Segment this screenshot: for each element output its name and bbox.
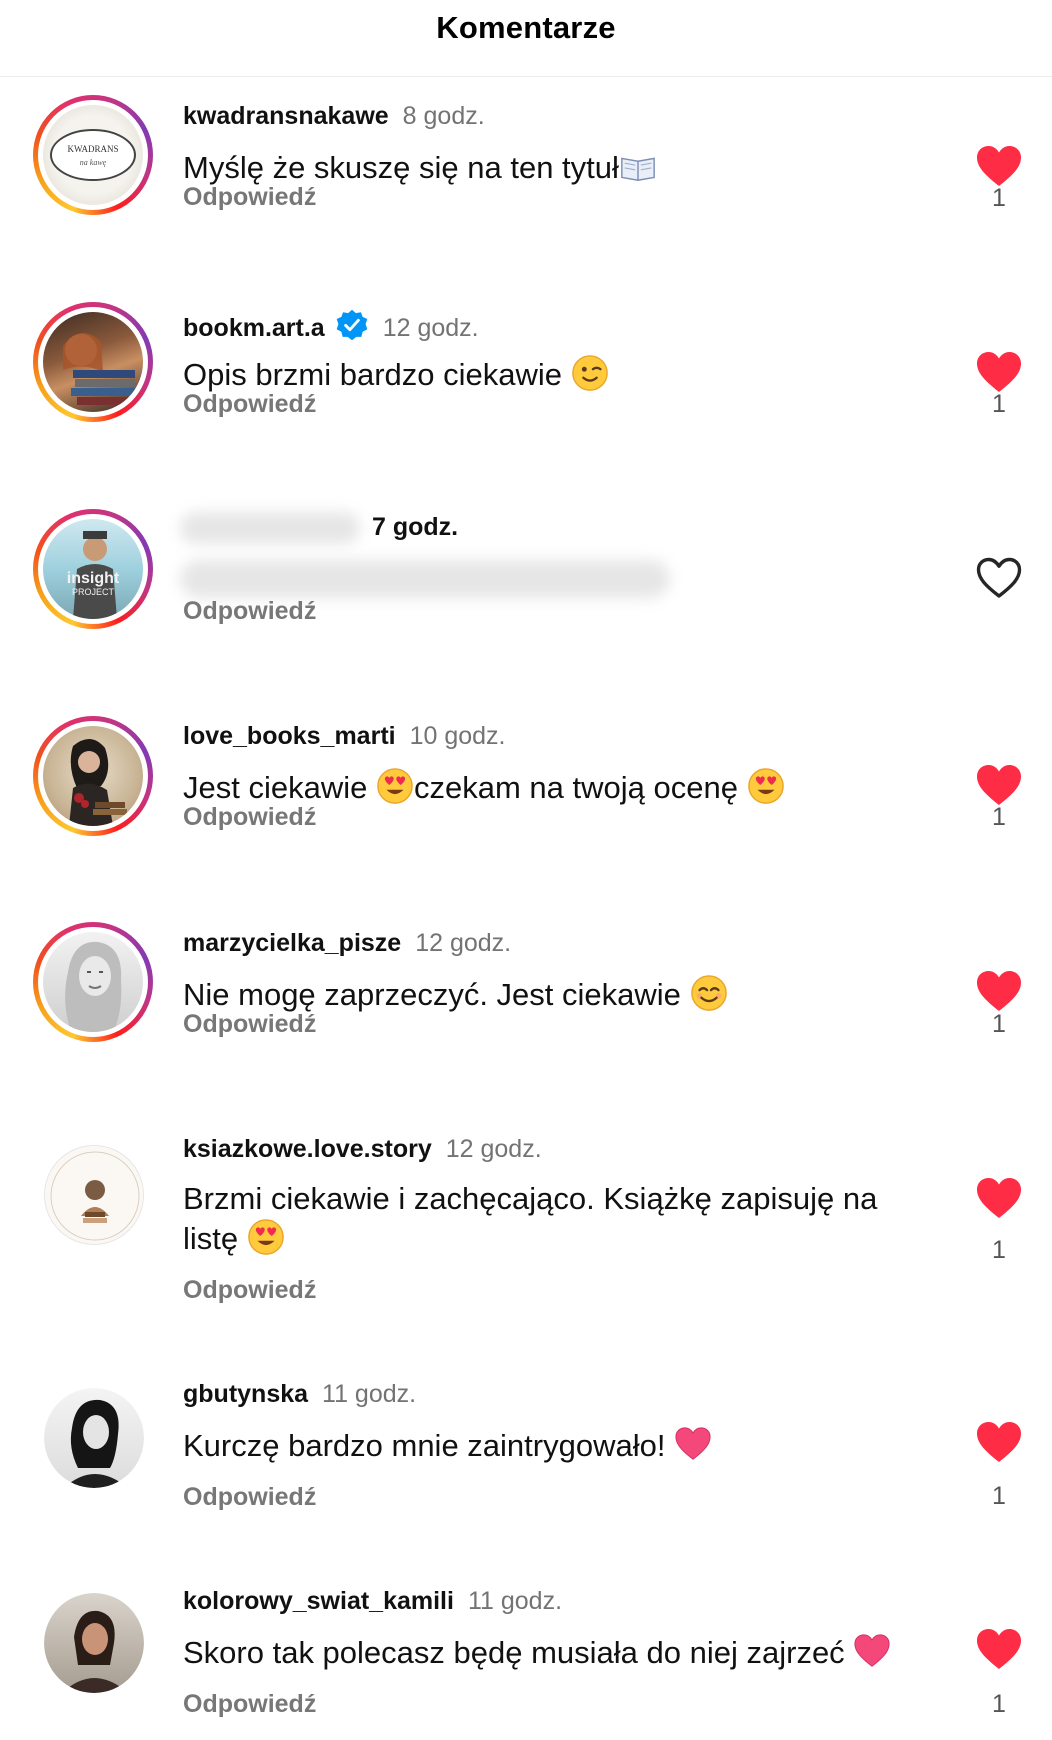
heart-filled-icon[interactable] (975, 350, 1023, 394)
svg-text:KWADRANS: KWADRANS (67, 144, 118, 154)
svg-text:na kawę: na kawę (80, 158, 107, 167)
comment-time: 11 godz. (467, 1587, 563, 1615)
comment-time: 12 godz. (382, 314, 479, 342)
pink-heart-emoji-icon (854, 1634, 890, 1667)
comment-username[interactable]: love_books_marti 10 godz. (183, 722, 506, 751)
heart-filled-icon[interactable] (975, 763, 1023, 807)
reply-button[interactable]: Odpowiedź (183, 597, 316, 626)
avatar[interactable]: insight PROJECT (33, 509, 153, 629)
comment-text: Nie mogę zaprzeczyć. Jest ciekawie (183, 974, 903, 1014)
svg-text:insight: insight (67, 570, 120, 587)
wink-emoji-icon (571, 354, 609, 392)
profile-photo-icon (65, 941, 122, 1032)
reply-button[interactable]: Odpowiedź (183, 1483, 316, 1512)
avatar[interactable] (44, 1145, 144, 1245)
comment-username[interactable]: kolorowy_swiat_kamili 11 godz. (183, 1587, 562, 1616)
comment-time: 10 godz. (409, 722, 506, 750)
heart-filled-icon[interactable] (975, 1176, 1023, 1220)
avatar[interactable] (33, 716, 153, 836)
redacted-username (180, 512, 360, 544)
comment-text: Skoro tak polecasz będę musiała do niej … (183, 1632, 903, 1672)
avatar[interactable] (44, 1388, 144, 1488)
comment-text: Jest ciekawie czekam na twoją ocenę (183, 767, 903, 807)
pink-heart-emoji-icon (675, 1427, 711, 1460)
heart-filled-icon[interactable] (975, 969, 1023, 1013)
redacted-comment-text (180, 560, 670, 598)
reply-button[interactable]: Odpowiedź (183, 390, 316, 419)
comment-text: Myślę że skuszę się na ten tytuł (183, 147, 903, 187)
page-title: Komentarze (436, 10, 616, 45)
heart-filled-icon[interactable] (975, 1420, 1023, 1464)
verified-badge-icon (336, 309, 368, 341)
comment-time: 7 godz. (372, 513, 459, 541)
profile-photo-icon: insight PROJECT (67, 531, 120, 619)
avatar[interactable] (33, 922, 153, 1042)
comment-text: Kurczę bardzo mnie zaintrygowało! (183, 1425, 903, 1465)
book-emoji-icon (621, 157, 655, 181)
like-count[interactable]: 1 (985, 803, 1013, 832)
like-count[interactable]: 1 (985, 390, 1013, 419)
comments-header: Komentarze (0, 0, 1052, 77)
comment-time: 8 godz. (402, 102, 485, 130)
profile-photo-icon (69, 738, 127, 826)
reply-button[interactable]: Odpowiedź (183, 1010, 316, 1039)
comment-username[interactable]: kwadransnakawe 8 godz. (183, 102, 485, 131)
avatar[interactable] (33, 302, 153, 422)
reply-button[interactable]: Odpowiedź (183, 1690, 316, 1719)
smile-emoji-icon (690, 974, 728, 1012)
heart-outline-icon[interactable] (975, 556, 1023, 600)
heart-filled-icon[interactable] (975, 144, 1023, 188)
heart-eyes-emoji-icon (247, 1218, 285, 1256)
comment-time: 12 godz. (445, 1135, 542, 1163)
heart-eyes-emoji-icon (747, 767, 785, 805)
comment-text: Opis brzmi bardzo ciekawie (183, 354, 903, 394)
like-count[interactable]: 1 (985, 1236, 1013, 1265)
heart-eyes-emoji-icon (376, 767, 414, 805)
like-count[interactable]: 1 (985, 1010, 1013, 1039)
like-count[interactable]: 1 (985, 184, 1013, 213)
svg-text:PROJECT: PROJECT (72, 587, 115, 597)
heart-filled-icon[interactable] (975, 1627, 1023, 1671)
like-count[interactable]: 1 (985, 1690, 1013, 1719)
comment-username[interactable]: gbutynska 11 godz. (183, 1380, 416, 1409)
reply-button[interactable]: Odpowiedź (183, 183, 316, 212)
comment-username[interactable]: ksiazkowe.love.story 12 godz. (183, 1135, 542, 1164)
comment-time: 11 godz. (322, 1380, 417, 1408)
logo-icon: KWADRANS na kawę (50, 129, 136, 181)
reply-button[interactable]: Odpowiedź (183, 803, 316, 832)
logo-icon (50, 1151, 140, 1241)
avatar[interactable] (44, 1593, 144, 1693)
comment-username[interactable]: bookm.art.a 12 godz. (183, 308, 479, 343)
reply-button[interactable]: Odpowiedź (183, 1276, 316, 1305)
comment-text: Brzmi ciekawie i zachęcająco. Książkę za… (183, 1181, 878, 1256)
profile-photo-icon (64, 1399, 128, 1488)
avatar[interactable]: KWADRANS na kawę (33, 95, 153, 215)
comment-time: 12 godz. (415, 929, 512, 957)
profile-photo-icon (63, 332, 135, 405)
profile-photo-icon (62, 1610, 128, 1693)
comment-username[interactable]: marzycielka_pisze 12 godz. (183, 929, 511, 958)
like-count[interactable]: 1 (985, 1482, 1013, 1511)
